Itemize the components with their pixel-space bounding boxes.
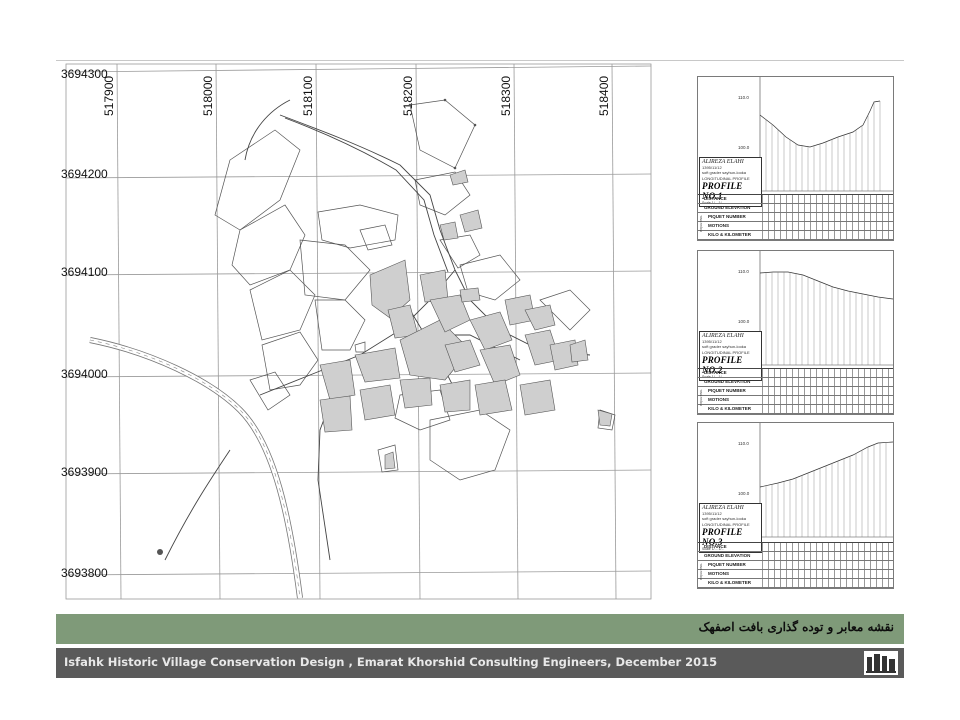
- row-distance: DISTANCE: [698, 195, 893, 204]
- row-piquet-number: PIQUET NUMBER: [698, 561, 893, 570]
- profile-panel-3: 110.0 100.0 ALIREZA ELAHI 1395/11/12 sof…: [697, 422, 894, 589]
- side-label: PIQUETING: [699, 215, 703, 233]
- y-label: 3694300: [61, 67, 108, 81]
- side-label: PIQUETING: [699, 563, 703, 581]
- y-label: 3694100: [61, 265, 108, 279]
- row-motions: MOTIONS: [698, 396, 893, 405]
- profile-panel-2: 110.0 100.0 ALIREZA ELAHI 1395/11/12 sof…: [697, 250, 894, 415]
- profile-panel-1: 110.0 100.0 ALIREZA ELAHI 1395/11/12 sof…: [697, 76, 894, 241]
- x-label: 518100: [301, 76, 315, 116]
- x-label: 518400: [597, 76, 611, 116]
- building-masses: [319, 169, 613, 470]
- row-piquet-number: PIQUET NUMBER: [698, 213, 893, 222]
- row-ground-elevation: GROUND ELEVATION: [698, 552, 893, 561]
- row-distance: DISTANCE: [698, 543, 893, 552]
- row-distance: DISTANCE: [698, 369, 893, 378]
- map-caption: نقشه معابر و توده گذاری بافت اصفهک: [698, 620, 894, 634]
- row-ground-elevation: GROUND ELEVATION: [698, 378, 893, 387]
- note: soft grader sayhun-looka: [702, 344, 747, 349]
- profile-table-2: DISTANCE GROUND ELEVATION PIQUET NUMBER …: [698, 368, 893, 414]
- y-label: 3694200: [61, 167, 108, 181]
- footer-bar: Isfahk Historic Village Conservation Des…: [56, 648, 904, 678]
- elevation-bottom: 100.0: [738, 145, 750, 150]
- row-piquet-number: PIQUET NUMBER: [698, 387, 893, 396]
- elevation-top: 110.0: [738, 441, 749, 446]
- y-label: 3694000: [61, 367, 108, 381]
- note: soft grader sayhun-looka: [702, 170, 747, 175]
- x-label: 517900: [102, 76, 116, 116]
- row-motions: MOTIONS: [698, 570, 893, 579]
- row-ground-elevation: GROUND ELEVATION: [698, 204, 893, 213]
- note: soft grader sayhun-looka: [702, 516, 747, 521]
- profile-table-3: DISTANCE GROUND ELEVATION PIQUET NUMBER …: [698, 542, 893, 588]
- row-kilo: KILO & KILOMETER: [698, 231, 893, 240]
- footer-text: Isfahk Historic Village Conservation Des…: [64, 655, 718, 669]
- map-grid: [65, 63, 652, 600]
- elevation-bottom: 100.0: [738, 319, 750, 324]
- profile-table-1: DISTANCE GROUND ELEVATION PIQUET NUMBER …: [698, 194, 893, 240]
- caption-bar: نقشه معابر و توده گذاری بافت اصفهک: [56, 614, 904, 644]
- field-parcels: [214, 99, 616, 481]
- highway: [89, 337, 303, 599]
- elevation-bottom: 100.0: [738, 491, 750, 496]
- roads: [164, 99, 591, 561]
- row-kilo: KILO & KILOMETER: [698, 579, 893, 588]
- elevation-top: 110.0: [738, 269, 749, 274]
- building-logo-icon: [864, 651, 898, 675]
- x-label: 518200: [401, 76, 415, 116]
- x-label: 518000: [201, 76, 215, 116]
- side-label: PIQUETING: [699, 389, 703, 407]
- y-label: 3693900: [61, 465, 108, 479]
- y-label: 3693800: [61, 566, 108, 580]
- elevation-top: 110.0: [738, 95, 749, 100]
- row-kilo: KILO & KILOMETER: [698, 405, 893, 414]
- row-motions: MOTIONS: [698, 222, 893, 231]
- x-label: 518300: [499, 76, 513, 116]
